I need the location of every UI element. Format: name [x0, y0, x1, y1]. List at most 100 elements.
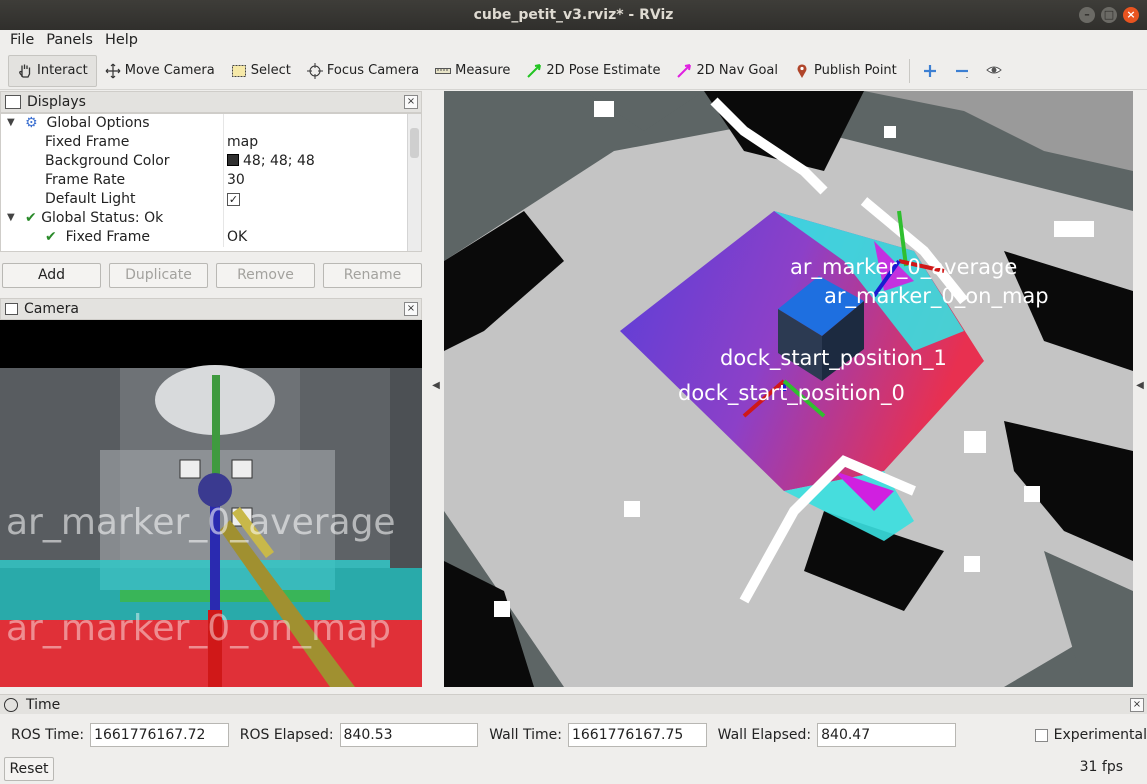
- tree-row[interactable]: Background Color 48; 48; 48: [1, 152, 421, 171]
- tree-row[interactable]: Fixed Frame map: [1, 133, 421, 152]
- tree-row[interactable]: ▼ ⚙ Global Options: [1, 114, 421, 133]
- tree-key: Background Color: [45, 153, 170, 169]
- tree-value[interactable]: 30: [223, 171, 245, 190]
- green-arrow-icon: [527, 63, 542, 78]
- minus-icon: [955, 69, 968, 78]
- background-color-value[interactable]: 48; 48; 48: [223, 152, 315, 171]
- remove-button[interactable]: Remove: [216, 263, 315, 288]
- toolbar-separator: [908, 58, 910, 83]
- ros-elapsed-field[interactable]: 840.53: [339, 723, 479, 747]
- camera-title: Camera: [24, 301, 79, 317]
- tree-key: Global Status: Ok: [41, 210, 164, 226]
- add-display-button[interactable]: Add: [2, 263, 101, 288]
- check-icon: ✔: [25, 210, 37, 226]
- toolbar: Interact Move Camera Select Focus Camera…: [0, 52, 1147, 90]
- tree-row[interactable]: Default Light ✓: [1, 190, 421, 209]
- clock-icon: [4, 697, 18, 712]
- displays-header: Displays ×: [0, 91, 422, 113]
- time-close-icon[interactable]: ×: [1130, 698, 1144, 712]
- select-tool[interactable]: Select: [223, 55, 299, 87]
- map-pin-icon: [797, 63, 807, 78]
- marker-label: ar_marker_0_on_map: [824, 284, 1049, 308]
- monitor-icon: [5, 95, 21, 109]
- camera-overlay-label: ar_marker_0_on_map: [6, 608, 392, 649]
- camera-overlay-label: ar_marker_0_average: [6, 502, 396, 543]
- crosshair-icon: [306, 62, 323, 79]
- tree-value: [223, 209, 227, 228]
- scrollbar-thumb[interactable]: [410, 128, 419, 158]
- publish-point-tool[interactable]: Publish Point: [786, 55, 905, 87]
- remove-tool-button[interactable]: [946, 55, 978, 87]
- tree-scrollbar[interactable]: [407, 114, 421, 251]
- displays-close-icon[interactable]: ×: [404, 95, 418, 109]
- menu-panels[interactable]: Panels: [40, 30, 99, 52]
- tree-key: Fixed Frame: [45, 134, 130, 150]
- tree-value: [223, 114, 227, 133]
- gear-icon: ⚙: [25, 115, 38, 131]
- minimize-button[interactable]: –: [1079, 7, 1095, 23]
- dock-label: dock_start_position_0: [678, 381, 905, 405]
- camera-close-icon[interactable]: ×: [404, 302, 418, 316]
- menubar: File Panels Help: [0, 30, 1147, 52]
- wall-elapsed-label: Wall Elapsed:: [717, 727, 812, 743]
- time-header: Time ×: [0, 694, 1147, 714]
- ros-time-label: ROS Time:: [11, 727, 85, 743]
- view-tool-button[interactable]: [978, 55, 1010, 87]
- tree-key: Global Options: [46, 115, 150, 131]
- collapse-left-handle[interactable]: ◀: [431, 380, 441, 391]
- tree-value[interactable]: map: [223, 133, 258, 152]
- reset-button[interactable]: Reset: [4, 757, 54, 781]
- duplicate-button[interactable]: Duplicate: [109, 263, 208, 288]
- select-box-icon: [231, 64, 246, 77]
- move-camera-tool[interactable]: Move Camera: [97, 55, 223, 87]
- add-tool-button[interactable]: [914, 55, 946, 87]
- experimental-label: Experimental: [1053, 727, 1147, 743]
- displays-title: Displays: [27, 94, 86, 110]
- wall-elapsed-field[interactable]: 840.47: [817, 723, 956, 747]
- interact-label: Interact: [37, 63, 88, 78]
- focus-camera-tool[interactable]: Focus Camera: [299, 55, 427, 87]
- pose-estimate-label: 2D Pose Estimate: [546, 63, 661, 78]
- default-light-value[interactable]: ✓: [223, 190, 240, 209]
- tree-row[interactable]: ✔ Fixed Frame OK: [1, 228, 421, 247]
- focus-camera-label: Focus Camera: [326, 63, 420, 78]
- plus-icon: [923, 64, 936, 77]
- ros-elapsed-label: ROS Elapsed:: [239, 727, 334, 743]
- nav-goal-tool[interactable]: 2D Nav Goal: [668, 55, 786, 87]
- check-icon: ✔: [45, 229, 57, 245]
- marker-label: ar_marker_0_average: [790, 255, 1018, 279]
- tree-row[interactable]: Frame Rate 30: [1, 171, 421, 190]
- close-window-button[interactable]: ×: [1123, 7, 1139, 23]
- menu-help[interactable]: Help: [99, 30, 144, 52]
- camera-view[interactable]: ar_marker_0_average ar_marker_0_on_map: [0, 320, 422, 687]
- tree-row[interactable]: ▼ ✔ Global Status: Ok: [1, 209, 421, 228]
- ros-time-field[interactable]: 1661776167.72: [90, 723, 229, 747]
- render-viewport[interactable]: ar_marker_0_average ar_marker_0_on_map d…: [444, 91, 1133, 687]
- measure-label: Measure: [455, 63, 511, 78]
- rename-button[interactable]: Rename: [323, 263, 422, 288]
- hand-icon: [19, 64, 31, 78]
- maximize-button[interactable]: □: [1101, 7, 1117, 23]
- displays-buttons: Add Duplicate Remove Rename: [2, 263, 422, 288]
- wall-time-label: Wall Time:: [489, 727, 562, 743]
- time-title: Time: [26, 696, 61, 713]
- tree-value: OK: [223, 228, 247, 247]
- measure-tool[interactable]: Measure: [427, 55, 518, 87]
- wall-time-field[interactable]: 1661776167.75: [567, 723, 707, 747]
- tree-key: Fixed Frame: [65, 229, 150, 245]
- camera-header: Camera ×: [0, 298, 422, 320]
- experimental-checkbox[interactable]: [1034, 728, 1048, 742]
- tree-key: Frame Rate: [45, 172, 126, 188]
- interact-tool[interactable]: Interact: [8, 54, 97, 87]
- ruler-icon: [435, 67, 452, 74]
- menu-file[interactable]: File: [4, 30, 40, 52]
- displays-tree: ▼ ⚙ Global Options Fixed Frame map Backg…: [0, 113, 422, 252]
- default-light-checkbox[interactable]: ✓: [227, 193, 240, 206]
- pose-estimate-tool[interactable]: 2D Pose Estimate: [518, 55, 668, 87]
- publish-point-label: Publish Point: [814, 63, 897, 78]
- nav-goal-label: 2D Nav Goal: [696, 63, 779, 78]
- magenta-arrow-icon: [677, 63, 692, 78]
- time-fields: ROS Time: 1661776167.72 ROS Elapsed: 840…: [0, 722, 1147, 748]
- camera-icon: [5, 303, 18, 315]
- collapse-right-handle[interactable]: ◀: [1135, 380, 1145, 391]
